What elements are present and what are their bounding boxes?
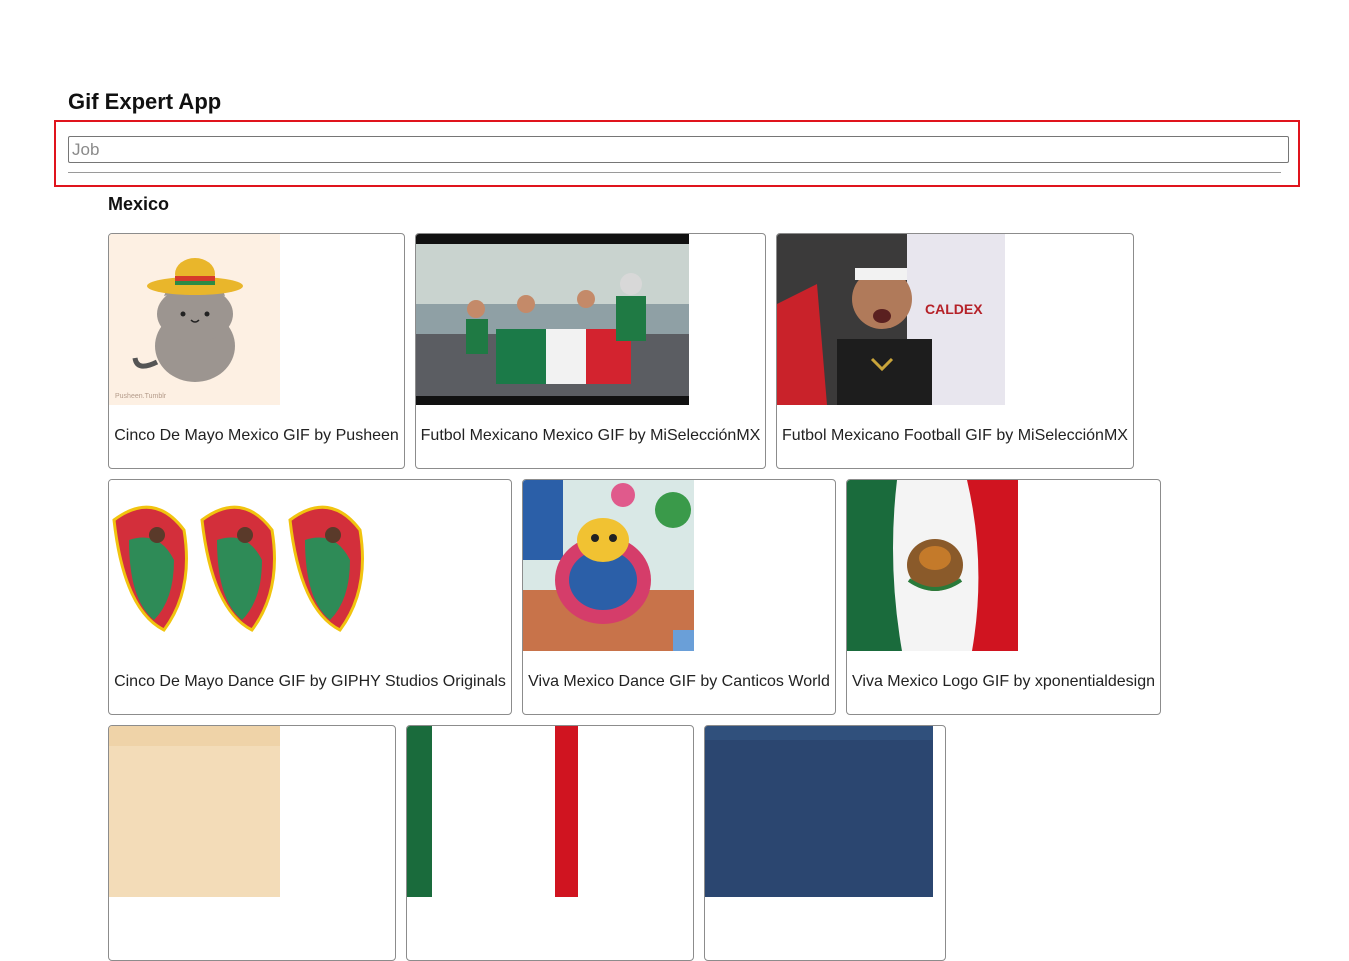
gif-image-dancers: [109, 480, 366, 651]
gif-card[interactable]: [108, 725, 396, 961]
category-title: Mexico: [108, 194, 170, 214]
gif-image-cartoon-dancer: [523, 480, 694, 651]
gif-image-cheering-fan: CALDEX: [777, 234, 1005, 405]
gif-image-beige: [109, 726, 280, 897]
gif-card[interactable]: Pusheen.Tumblr Cinco De Mayo Mexico GIF …: [108, 233, 405, 469]
gif-title: Cinco De Mayo Dance GIF by GIPHY Studios…: [114, 673, 506, 690]
gif-card[interactable]: [406, 725, 694, 961]
app-title: Gif Expert App: [68, 89, 222, 114]
gif-image-pusheen: Pusheen.Tumblr: [109, 234, 280, 405]
gif-card[interactable]: Viva Mexico Dance GIF by Canticos World: [522, 479, 836, 715]
gif-image-fans: [416, 234, 689, 405]
gif-title: Cinco De Mayo Mexico GIF by Pusheen: [114, 427, 399, 444]
gif-image-flag-stripes: [407, 726, 578, 897]
gif-card[interactable]: Cinco De Mayo Dance GIF by GIPHY Studios…: [108, 479, 512, 715]
gif-title: Viva Mexico Logo GIF by xponentialdesign: [852, 673, 1155, 690]
gif-title: Futbol Mexicano Football GIF by MiSelecc…: [782, 427, 1128, 444]
svg-text:CALDEX: CALDEX: [925, 301, 983, 317]
search-input[interactable]: [68, 136, 1289, 163]
gif-title: Viva Mexico Dance GIF by Canticos World: [528, 673, 830, 690]
divider: [68, 172, 1281, 173]
gif-card[interactable]: CALDEX Futbol Mexicano Football GIF by M…: [776, 233, 1134, 469]
gif-title: Futbol Mexicano Mexico GIF by MiSelecció…: [420, 427, 761, 444]
gif-image-blue-photo: [705, 726, 933, 897]
gif-image-mexican-flag: [847, 480, 1018, 651]
gif-card[interactable]: Futbol Mexicano Mexico GIF by MiSelecció…: [415, 233, 766, 469]
svg-text:Pusheen.Tumblr: Pusheen.Tumblr: [115, 393, 167, 400]
gif-card[interactable]: [704, 725, 946, 961]
gif-card[interactable]: Viva Mexico Logo GIF by xponentialdesign: [846, 479, 1161, 715]
